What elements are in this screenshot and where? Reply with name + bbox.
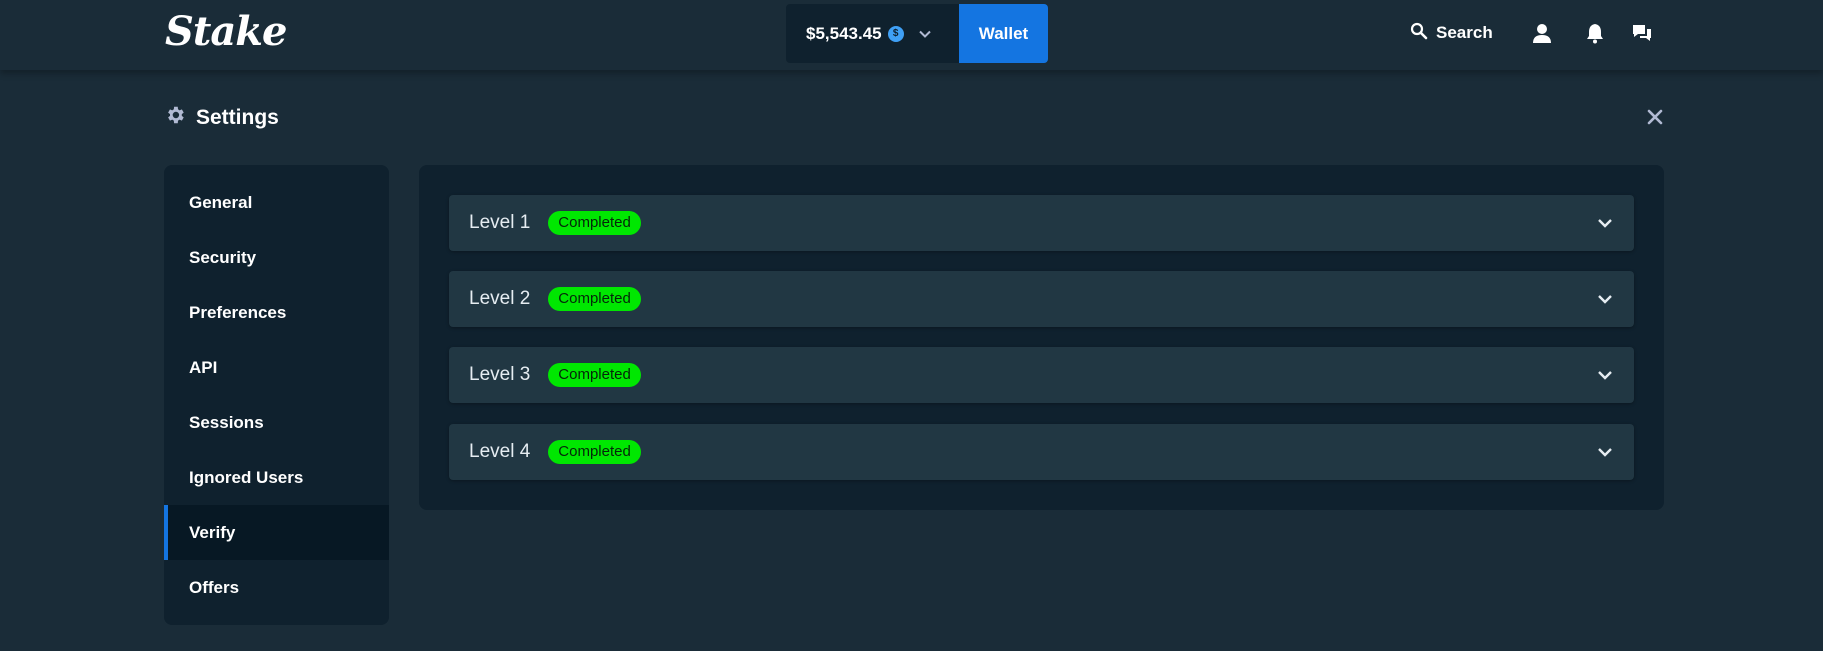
level-label: Level 1 bbox=[469, 212, 531, 233]
status-badge: Completed bbox=[548, 440, 641, 464]
stake-logo[interactable]: Stake bbox=[165, 8, 287, 55]
level-row-3[interactable]: Level 3 Completed bbox=[449, 347, 1634, 403]
search-button[interactable]: Search bbox=[1410, 20, 1493, 46]
chevron-down-icon bbox=[1596, 443, 1614, 461]
bell-icon[interactable] bbox=[1584, 22, 1606, 44]
sidebar-item-general[interactable]: General bbox=[164, 175, 389, 230]
coin-icon: $ bbox=[887, 25, 904, 42]
status-badge: Completed bbox=[548, 211, 641, 235]
sidebar-item-ignored-users[interactable]: Ignored Users bbox=[164, 450, 389, 505]
balance-selector[interactable]: $5,543.45 $ bbox=[786, 4, 959, 63]
chevron-down-icon bbox=[1596, 366, 1614, 384]
user-icon[interactable] bbox=[1531, 22, 1553, 44]
settings-sidebar: General Security Preferences API Session… bbox=[164, 165, 389, 625]
chat-icon[interactable] bbox=[1631, 22, 1653, 44]
sidebar-item-preferences[interactable]: Preferences bbox=[164, 285, 389, 340]
sidebar-item-api[interactable]: API bbox=[164, 340, 389, 395]
level-row-4[interactable]: Level 4 Completed bbox=[449, 424, 1634, 480]
sidebar-item-security[interactable]: Security bbox=[164, 230, 389, 285]
chevron-down-icon bbox=[1596, 290, 1614, 308]
top-bar: Stake $5,543.45 $ Wallet Search bbox=[0, 0, 1823, 70]
balance-group: $5,543.45 $ Wallet bbox=[786, 4, 1048, 63]
settings-header: Settings bbox=[164, 104, 279, 131]
level-label: Level 4 bbox=[469, 441, 531, 462]
search-label: Search bbox=[1436, 23, 1493, 42]
gear-icon bbox=[164, 104, 186, 131]
level-row-1[interactable]: Level 1 Completed bbox=[449, 195, 1634, 251]
level-label: Level 2 bbox=[469, 288, 531, 309]
close-icon[interactable] bbox=[1644, 106, 1666, 128]
level-row-2[interactable]: Level 2 Completed bbox=[449, 271, 1634, 327]
sidebar-item-sessions[interactable]: Sessions bbox=[164, 395, 389, 450]
chevron-down-icon bbox=[918, 27, 932, 41]
status-badge: Completed bbox=[548, 363, 641, 387]
page-title: Settings bbox=[196, 105, 279, 129]
balance-amount: $5,543.45 bbox=[806, 23, 882, 43]
wallet-button[interactable]: Wallet bbox=[959, 4, 1048, 63]
level-label: Level 3 bbox=[469, 364, 531, 385]
sidebar-item-offers[interactable]: Offers bbox=[164, 560, 389, 615]
status-badge: Completed bbox=[548, 287, 641, 311]
verify-panel: Level 1 Completed Level 2 Completed Leve… bbox=[419, 165, 1664, 510]
sidebar-item-verify[interactable]: Verify bbox=[164, 505, 389, 560]
search-icon bbox=[1410, 22, 1428, 45]
chevron-down-icon bbox=[1596, 214, 1614, 232]
